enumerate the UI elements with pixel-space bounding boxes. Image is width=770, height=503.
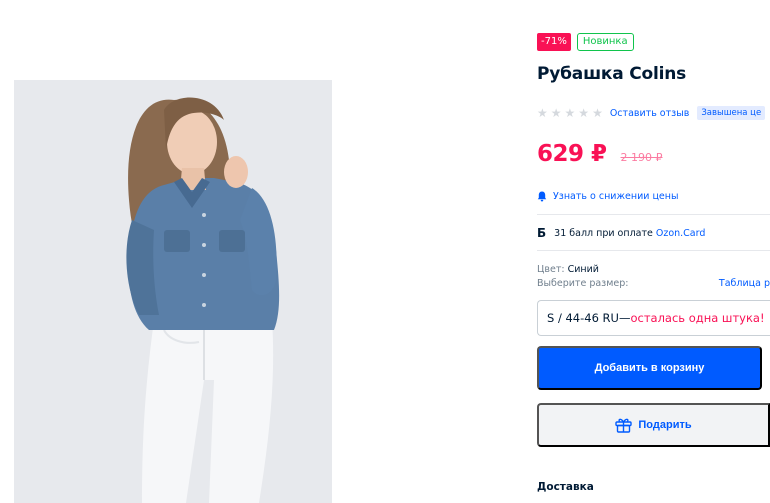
rating-row: ★ ★ ★ ★ ★ Оставить отзыв Завышена це xyxy=(537,105,770,121)
star-icon: ★ xyxy=(550,106,562,120)
gift-button-label: Подарить xyxy=(638,419,692,431)
color-label: Цвет: xyxy=(537,264,568,275)
size-row: Выберите размер: Таблица р xyxy=(537,278,770,289)
badges: -71% Новинка xyxy=(537,33,634,51)
old-price: 2 190 ₽ xyxy=(620,151,663,164)
bell-icon xyxy=(537,191,547,202)
size-table-link[interactable]: Таблица р xyxy=(719,278,770,289)
star-icon: ★ xyxy=(592,106,603,120)
gift-button[interactable]: Подарить xyxy=(537,403,770,447)
points-icon: Б xyxy=(537,226,547,240)
divider xyxy=(537,214,770,215)
price-row: 629 ₽ 2 190 ₽ xyxy=(537,141,663,167)
size-select[interactable]: S / 44-46 RU — осталась одна штука! xyxy=(537,300,770,336)
color-line: Цвет: Синий xyxy=(537,264,599,275)
star-icon: ★ xyxy=(537,106,548,120)
discount-badge: -71% xyxy=(537,33,571,51)
points-row: Б 31 балл при оплате Ozon.Card xyxy=(537,226,705,240)
divider xyxy=(537,250,770,251)
add-to-cart-button[interactable]: Добавить в корзину xyxy=(537,346,762,390)
new-badge: Новинка xyxy=(576,33,634,51)
star-icon: ★ xyxy=(564,106,576,120)
price-drop-label: Узнать о снижении цены xyxy=(553,191,679,202)
star-icon: ★ xyxy=(578,106,590,120)
product-image[interactable] xyxy=(14,80,332,503)
color-value: Синий xyxy=(567,264,599,275)
overpriced-badge[interactable]: Завышена це xyxy=(697,106,766,120)
delivery-heading: Доставка xyxy=(537,481,594,493)
gift-icon xyxy=(615,418,633,433)
selected-size: S / 44-46 RU xyxy=(547,311,619,325)
model-illustration xyxy=(14,80,332,503)
size-prompt: Выберите размер: xyxy=(537,278,629,289)
ozon-card-link[interactable]: Ozon.Card xyxy=(656,228,706,239)
size-dash: — xyxy=(618,311,631,325)
size-stock-warning: осталась одна штука! xyxy=(630,311,765,325)
leave-review-link[interactable]: Оставить отзыв xyxy=(610,108,689,119)
points-text: 31 балл при оплате Ozon.Card xyxy=(554,227,706,239)
current-price: 629 ₽ xyxy=(537,141,607,167)
price-drop-notify[interactable]: Узнать о снижении цены xyxy=(537,191,678,202)
product-title: Рубашка Colins xyxy=(537,64,687,84)
rating-stars[interactable]: ★ ★ ★ ★ ★ xyxy=(537,107,603,119)
